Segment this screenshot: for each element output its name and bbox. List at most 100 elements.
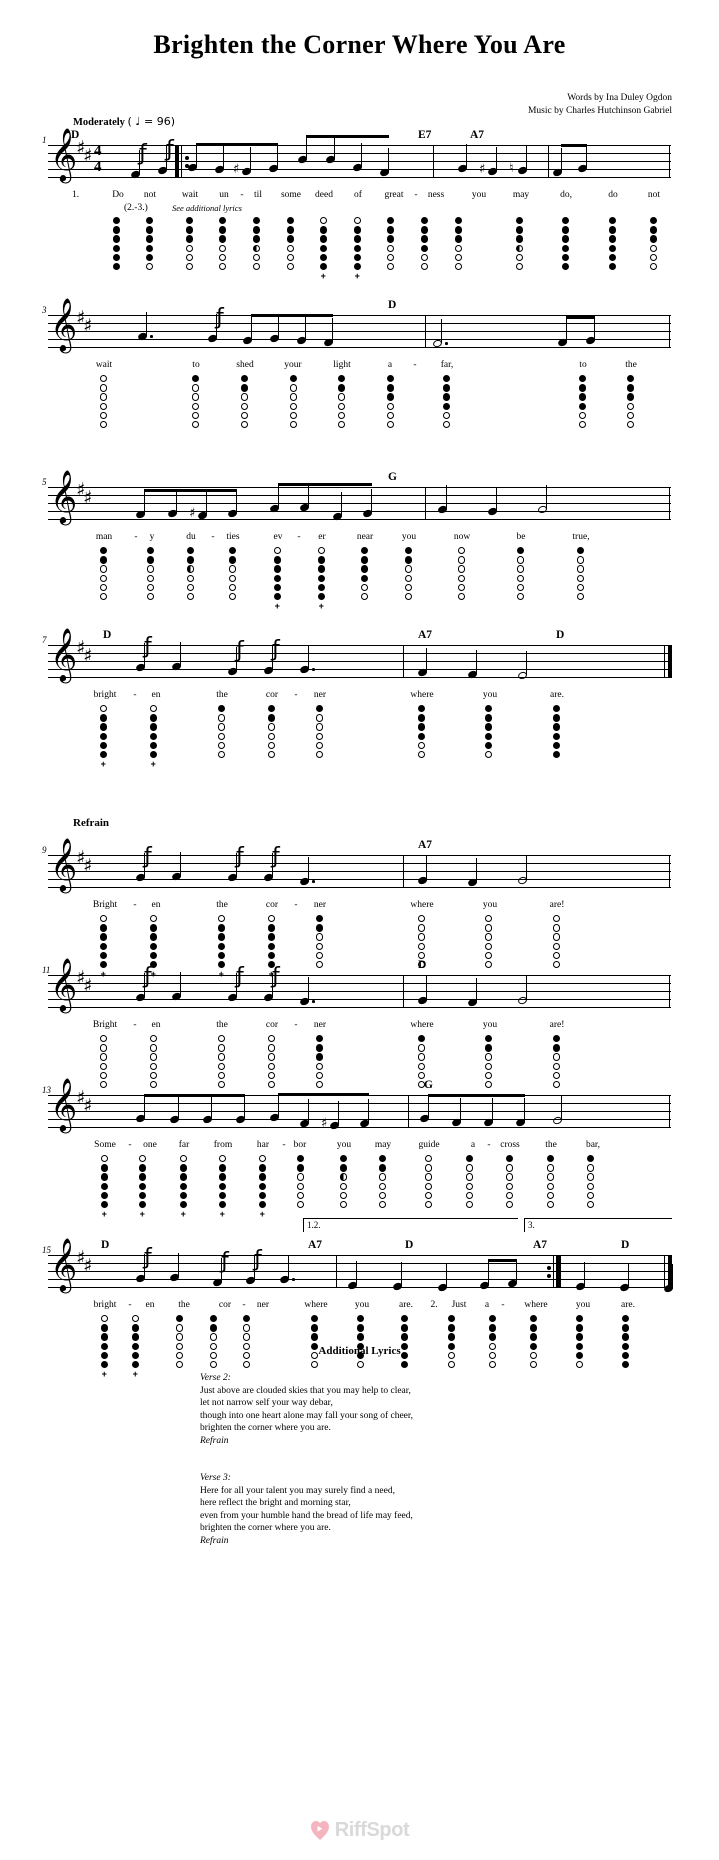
tab-hole-open xyxy=(418,942,426,950)
tempo-value: ( ♩ = 96) xyxy=(127,115,176,128)
tab-hole-open xyxy=(229,574,237,582)
repeat-dot xyxy=(185,156,189,160)
eighth-flag: ƒ xyxy=(236,964,244,989)
tab-hole-closed xyxy=(553,1044,561,1052)
tab-hole-closed xyxy=(241,384,249,392)
tab-hole-open xyxy=(517,593,525,601)
lyric-syllable: are! xyxy=(549,1020,565,1030)
tab-hole-closed xyxy=(361,547,369,555)
note-stem xyxy=(476,650,478,674)
lyric-syllable: ness xyxy=(427,190,445,200)
staff-line xyxy=(48,645,671,646)
note-stem xyxy=(526,856,528,880)
tab-hole-open xyxy=(516,263,524,271)
tab-hole-closed xyxy=(268,705,276,713)
tab-hole-open xyxy=(219,1155,227,1163)
tab-hole-open xyxy=(150,1035,158,1043)
repeat-barline xyxy=(175,145,179,178)
tab-hole-open xyxy=(340,1201,348,1209)
tab-hole-closed xyxy=(180,1191,188,1200)
tab-hole-open xyxy=(338,402,346,410)
tab-hole-open xyxy=(297,1191,305,1200)
tab-hole-closed xyxy=(485,705,493,713)
tab-hole-open xyxy=(506,1201,514,1209)
tab-hole-open xyxy=(425,1182,433,1190)
tab-hole-closed xyxy=(101,1182,109,1190)
tab-hole-open xyxy=(547,1182,555,1190)
measure-number: 5 xyxy=(42,477,47,487)
tab-hole-closed xyxy=(354,235,362,243)
footer-logo: RiffSpot xyxy=(0,1819,719,1847)
tab-hole-open xyxy=(405,574,413,582)
tab-hole-open xyxy=(268,1081,276,1089)
tab-hole-open xyxy=(650,253,658,262)
tab-hole-closed xyxy=(287,226,295,234)
tab-hole-open xyxy=(287,253,295,262)
tab-hole-open xyxy=(418,1044,426,1052)
tab-hole-closed xyxy=(553,705,561,713)
note-stem xyxy=(446,485,448,509)
tab-hole-closed xyxy=(387,235,395,243)
tab-hole-closed xyxy=(485,732,493,740)
tab-hole-open xyxy=(485,961,493,969)
tab-octave-plus: + xyxy=(274,600,280,611)
tab-hole-closed xyxy=(650,226,658,234)
tab-hole-closed xyxy=(579,384,587,392)
eighth-flag: ƒ xyxy=(236,844,244,869)
tab-hole-open xyxy=(458,565,466,573)
beam xyxy=(196,143,278,147)
lyric-syllable: - xyxy=(501,1300,505,1310)
tab-hole-closed xyxy=(553,723,561,731)
lyric-syllable: may xyxy=(512,190,530,200)
chord-symbol: A7 xyxy=(418,839,433,851)
tab-hole-open xyxy=(186,244,194,252)
tab-hole-open xyxy=(150,705,158,713)
lyric-syllable: you xyxy=(471,190,487,200)
tab-hole-open xyxy=(100,1044,108,1052)
tab-hole-closed xyxy=(180,1182,188,1190)
tab-hole-closed xyxy=(192,375,200,383)
tab-hole-open xyxy=(176,1333,184,1341)
tab-hole-closed xyxy=(101,1361,109,1369)
tab-hole-open xyxy=(387,253,395,262)
tab-hole-open xyxy=(241,421,249,429)
tab-octave-plus: + xyxy=(132,1368,138,1379)
system-end-barline xyxy=(669,145,671,178)
tab-hole-closed xyxy=(218,705,226,713)
staff-line xyxy=(48,1271,671,1272)
chord-symbol: D xyxy=(621,1239,630,1251)
beam xyxy=(488,1259,517,1263)
note-stem xyxy=(144,490,146,514)
tab-hole-open xyxy=(387,402,395,410)
tab-hole-closed xyxy=(100,924,108,932)
tab-hole-closed xyxy=(186,235,194,243)
lyric-syllable: of xyxy=(354,190,362,200)
treble-clef-icon: 𝄞 xyxy=(50,957,78,1011)
tab-hole-closed xyxy=(622,1324,630,1332)
tab-hole-open xyxy=(268,1062,276,1070)
tab-hole-closed xyxy=(443,384,451,392)
tab-hole-open xyxy=(268,915,276,923)
tab-hole-open xyxy=(297,1173,305,1181)
tab-hole-open xyxy=(100,411,108,420)
tab-hole-open xyxy=(553,1071,561,1080)
tab-hole-open xyxy=(100,1062,108,1070)
tab-hole-open xyxy=(218,741,226,750)
staff-line xyxy=(48,983,671,984)
tab-hole-open xyxy=(100,574,108,582)
lyric-syllable: do xyxy=(608,190,618,200)
tab-octave-plus: + xyxy=(354,270,360,281)
lyric-syllable: from xyxy=(213,1140,233,1150)
tab-hole-closed xyxy=(101,1201,109,1209)
tab-hole-closed xyxy=(150,933,158,941)
key-signature-sharp-c: ♯ xyxy=(83,315,93,337)
lyric-syllable: a xyxy=(470,1140,476,1150)
lyric-syllable: ner xyxy=(256,1300,270,1310)
tab-hole-open xyxy=(100,393,108,401)
tab-hole-open xyxy=(485,924,493,932)
chord-symbol: D xyxy=(556,629,565,641)
note-stem xyxy=(566,318,568,342)
sharp-accidental: ♯ xyxy=(189,506,196,521)
lyric-syllable: en xyxy=(145,1300,155,1310)
tab-hole-open xyxy=(316,1071,324,1080)
